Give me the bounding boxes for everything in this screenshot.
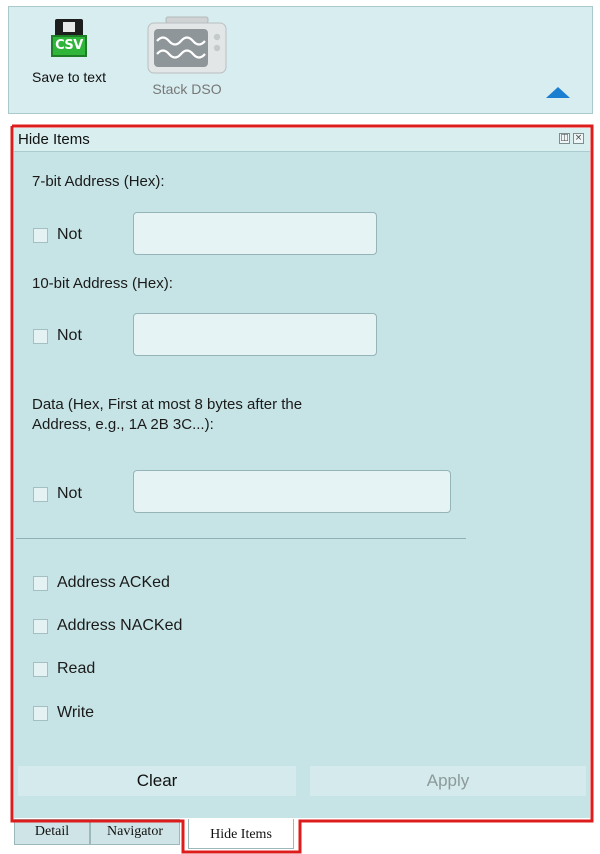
tab-hide-items[interactable]: Hide Items <box>188 819 294 849</box>
data-label-line2: Address, e.g., 1A 2B 3C...): <box>32 416 214 433</box>
filter-label: Write <box>57 704 95 721</box>
checkbox-box[interactable] <box>33 618 48 634</box>
data-hex-input[interactable] <box>133 470 451 513</box>
csv-floppy-icon: CSV <box>51 19 87 59</box>
data-not-checkbox[interactable]: Not <box>33 485 82 503</box>
app-window: CSV Save to text Stack DSO Hide Items ◫ … <box>0 0 600 854</box>
save-to-text-button[interactable]: CSV Save to text <box>23 19 115 85</box>
seven-bit-not-checkbox[interactable]: Not <box>33 226 82 244</box>
seven-bit-address-input[interactable] <box>133 212 377 255</box>
bottom-tab-bar: Detail Navigator Hide Items <box>14 819 590 854</box>
ten-bit-not-checkbox[interactable]: Not <box>33 327 82 345</box>
triangle-up-icon[interactable] <box>546 87 570 98</box>
filter-label: Address ACKed <box>57 574 170 591</box>
oscilloscope-icon <box>147 16 227 74</box>
checkbox-box[interactable] <box>33 575 48 591</box>
address-acked-checkbox[interactable]: Address ACKed <box>33 574 170 592</box>
filter-label: Address NACKed <box>57 617 183 634</box>
not-label: Not <box>57 485 82 502</box>
checkbox-box[interactable] <box>33 227 48 243</box>
seven-bit-address-label: 7-bit Address (Hex): <box>32 173 165 190</box>
filter-label: Read <box>57 660 96 677</box>
address-nacked-checkbox[interactable]: Address NACKed <box>33 617 182 635</box>
checkbox-box[interactable] <box>33 661 48 677</box>
stack-dso-label: Stack DSO <box>152 81 222 97</box>
divider <box>16 538 466 539</box>
data-label-line1: Data (Hex, First at most 8 bytes after t… <box>32 396 303 413</box>
restore-window-icon[interactable]: ◫ <box>559 133 570 144</box>
not-label: Not <box>57 226 82 243</box>
clear-button[interactable]: Clear <box>18 766 296 796</box>
not-label: Not <box>57 327 82 344</box>
tab-navigator[interactable]: Navigator <box>90 819 180 845</box>
toolbar: CSV Save to text Stack DSO <box>8 6 593 114</box>
hide-items-panel: Hide Items ◫ × 7-bit Address (Hex): Not … <box>14 128 590 818</box>
checkbox-box[interactable] <box>33 705 48 721</box>
checkbox-box[interactable] <box>33 486 48 502</box>
checkbox-box[interactable] <box>33 328 48 344</box>
read-checkbox[interactable]: Read <box>33 660 95 678</box>
panel-title: Hide Items <box>18 131 90 148</box>
write-checkbox[interactable]: Write <box>33 704 94 722</box>
save-to-text-label: Save to text <box>32 69 106 85</box>
stack-dso-button[interactable]: Stack DSO <box>139 15 235 97</box>
tab-detail[interactable]: Detail <box>14 819 90 845</box>
ten-bit-address-label: 10-bit Address (Hex): <box>32 275 173 292</box>
apply-button[interactable]: Apply <box>310 766 586 796</box>
close-icon[interactable]: × <box>573 133 584 144</box>
panel-header: Hide Items ◫ × <box>14 128 590 152</box>
ten-bit-address-input[interactable] <box>133 313 377 356</box>
